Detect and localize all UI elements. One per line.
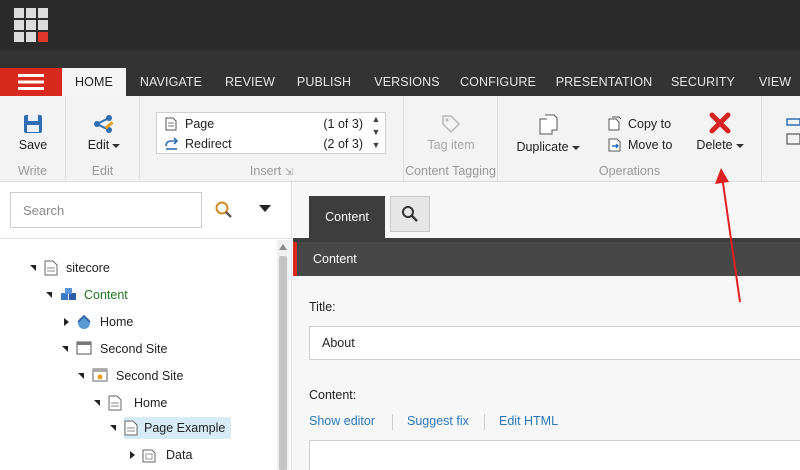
ribbon: Save Write Edit Edit Insert ⇲ Page (1 of… bbox=[0, 96, 800, 182]
page-icon bbox=[165, 117, 177, 131]
ribbon-group-operations: Duplicate Copy to Move to Delete Operati… bbox=[498, 96, 762, 182]
content-field-label: Content: bbox=[309, 388, 357, 402]
tag-item-button[interactable]: Tag item bbox=[414, 114, 488, 152]
tab-home[interactable]: HOME bbox=[62, 68, 126, 96]
expand-toggle-icon[interactable] bbox=[94, 400, 100, 406]
expand-toggle-icon[interactable] bbox=[46, 292, 52, 298]
ribbon-group-content-tagging: Tag item Content Tagging bbox=[404, 96, 498, 182]
copy-to-icon bbox=[608, 116, 622, 131]
tab-security[interactable]: SECURITY bbox=[668, 68, 738, 96]
edit-button[interactable]: Edit bbox=[76, 114, 132, 152]
app-launcher-icon[interactable] bbox=[14, 8, 48, 42]
ribbon-group-edit: Edit Edit bbox=[66, 96, 140, 182]
insert-redirect-item[interactable]: Redirect (2 of 3) bbox=[163, 134, 363, 154]
tab-versions[interactable]: VERSIONS bbox=[370, 68, 444, 96]
delete-x-icon bbox=[709, 112, 731, 134]
expand-toggle-icon[interactable] bbox=[110, 425, 116, 431]
tab-publish[interactable]: PUBLISH bbox=[290, 68, 358, 96]
content-tree-pane: sitecore Content Home Second Site Second… bbox=[0, 182, 292, 470]
copy-to-button[interactable]: Copy to bbox=[608, 114, 680, 134]
clipped-icon[interactable] bbox=[786, 118, 800, 148]
content-cube-icon bbox=[61, 288, 76, 300]
top-bar bbox=[0, 0, 800, 50]
ribbon-tab-bar: HOME NAVIGATE REVIEW PUBLISH VERSIONS CO… bbox=[0, 50, 800, 96]
redirect-icon bbox=[165, 137, 179, 150]
home-globe-icon bbox=[77, 314, 91, 329]
ribbon-group-clipped bbox=[762, 96, 800, 182]
save-label: Save bbox=[18, 138, 48, 152]
insert-gallery[interactable]: Page (1 of 3) Redirect (2 of 3) ▲ ▼ ▼ bbox=[156, 112, 386, 154]
search-input[interactable] bbox=[10, 192, 202, 228]
show-editor-link[interactable]: Show editor bbox=[309, 414, 375, 428]
move-to-button[interactable]: Move to bbox=[608, 135, 680, 155]
page-icon bbox=[124, 420, 138, 436]
expand-toggle-icon[interactable] bbox=[78, 373, 84, 379]
menu-icon[interactable] bbox=[0, 68, 62, 96]
editor-search-button[interactable] bbox=[390, 196, 430, 232]
tab-presentation[interactable]: PRESENTATION bbox=[552, 68, 656, 96]
page-icon bbox=[44, 260, 58, 276]
site-star-icon bbox=[92, 368, 108, 382]
edit-group-label: Edit bbox=[91, 164, 114, 178]
insert-page-item[interactable]: Page (1 of 3) bbox=[163, 114, 363, 134]
page-icon bbox=[108, 395, 122, 411]
window-icon bbox=[76, 341, 92, 355]
tab-view[interactable]: VIEW bbox=[752, 68, 798, 96]
save-icon bbox=[24, 115, 42, 133]
title-field-label: Title: bbox=[309, 300, 336, 314]
operations-group-label: Operations bbox=[598, 164, 661, 178]
tab-configure[interactable]: CONFIGURE bbox=[456, 68, 540, 96]
rich-text-editor[interactable] bbox=[309, 440, 800, 470]
save-button[interactable]: Save bbox=[10, 114, 56, 152]
edit-share-icon bbox=[94, 115, 114, 133]
tab-review[interactable]: REVIEW bbox=[218, 68, 282, 96]
search-options-dropdown-icon[interactable] bbox=[259, 205, 271, 212]
edit-label: Edit bbox=[87, 138, 110, 152]
duplicate-icon bbox=[539, 114, 558, 135]
dialog-launcher-icon[interactable]: ⇲ bbox=[285, 167, 293, 178]
edit-html-link[interactable]: Edit HTML bbox=[499, 414, 558, 428]
move-to-icon bbox=[608, 138, 621, 152]
duplicate-button[interactable]: Duplicate bbox=[512, 114, 584, 154]
insert-group-label: Insert ⇲ bbox=[249, 164, 294, 178]
content-tagging-group-label: Content Tagging bbox=[405, 164, 496, 178]
data-folder-icon bbox=[142, 449, 156, 463]
section-header-content[interactable]: Content bbox=[293, 242, 800, 276]
write-group-label: Write bbox=[18, 164, 47, 178]
collapse-toggle-icon[interactable] bbox=[130, 451, 135, 459]
ribbon-group-write: Save Write bbox=[0, 96, 66, 182]
suggest-fix-link[interactable]: Suggest fix bbox=[407, 414, 469, 428]
search-icon bbox=[402, 206, 418, 222]
expand-toggle-icon[interactable] bbox=[30, 265, 36, 271]
delete-button[interactable]: Delete bbox=[692, 112, 748, 152]
expand-toggle-icon[interactable] bbox=[62, 346, 68, 352]
search-icon[interactable] bbox=[214, 200, 234, 223]
tag-icon bbox=[442, 115, 461, 134]
tab-navigate[interactable]: NAVIGATE bbox=[132, 68, 210, 96]
collapse-toggle-icon[interactable] bbox=[64, 318, 69, 326]
title-field[interactable] bbox=[309, 326, 800, 360]
gallery-scroll[interactable]: ▲ ▼ ▼ bbox=[367, 113, 385, 153]
tree-scrollbar[interactable] bbox=[277, 240, 289, 470]
tab-content[interactable]: Content bbox=[309, 196, 385, 238]
content-editor-pane: Content Content Title: Content: Show edi… bbox=[293, 182, 800, 470]
